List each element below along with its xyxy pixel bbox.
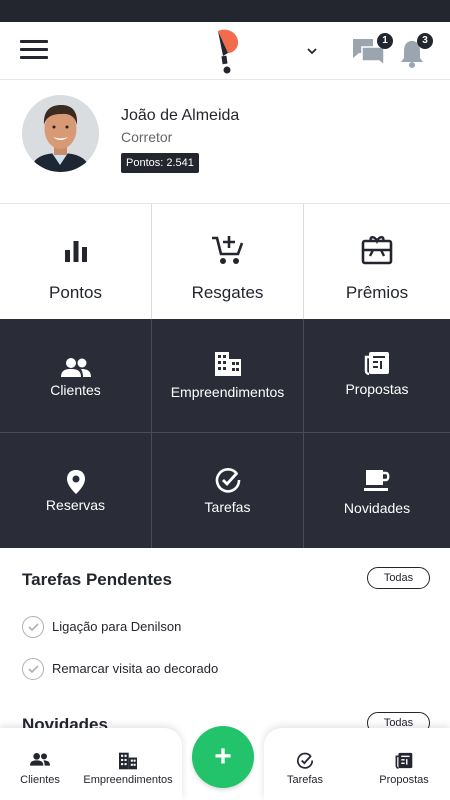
tile-label: Clientes: [50, 382, 101, 398]
user-role: Corretor: [121, 129, 173, 145]
pending-tasks-all-button[interactable]: Todas: [367, 567, 430, 589]
app-logo: [218, 29, 239, 74]
tile-label: Empreendimentos: [170, 384, 285, 400]
building-icon: [214, 352, 241, 376]
tile-premios[interactable]: Prêmios: [304, 204, 450, 319]
people-icon: [60, 358, 91, 377]
nav-clientes[interactable]: Clientes: [0, 728, 80, 800]
location-pin-icon: [66, 470, 85, 494]
bottom-nav-left: Clientes Empreendimentos: [0, 728, 182, 800]
status-bar: [0, 0, 450, 22]
points-badge: Pontos: 2.541: [121, 153, 199, 173]
profile-card: João de Almeida Corretor Pontos: 2.541: [0, 81, 450, 204]
nav-empreendimentos[interactable]: Empreendimentos: [80, 728, 176, 800]
nav-label: Tarefas: [286, 774, 324, 786]
tile-label: Prêmios: [345, 283, 409, 302]
building-icon: [119, 752, 137, 770]
avatar: [22, 95, 99, 172]
gift-card-icon: [361, 236, 393, 265]
bar-chart-icon: [64, 241, 87, 262]
nav-propostas[interactable]: Propostas: [366, 728, 442, 800]
check-icon[interactable]: [22, 616, 44, 638]
tile-resgates[interactable]: Resgates: [152, 204, 304, 319]
app-header: 1 3: [0, 22, 450, 80]
tile-label: Reservas: [45, 497, 106, 513]
user-name: João de Almeida: [121, 107, 240, 124]
plus-icon: +: [192, 726, 254, 788]
nav-label: Empreendimentos: [83, 774, 173, 786]
chat-count-badge: 1: [377, 33, 393, 49]
bottom-nav-right: Tarefas Propostas: [264, 728, 450, 800]
nav-tarefas[interactable]: Tarefas: [270, 728, 340, 800]
add-fab-button[interactable]: +: [187, 721, 259, 793]
nav-label: Propostas: [379, 774, 429, 786]
task-text: Ligação para Denilson: [52, 619, 182, 634]
check-circle-icon: [215, 468, 240, 493]
tile-label: Resgates: [191, 283, 264, 302]
tile-tarefas[interactable]: Tarefas: [152, 433, 304, 548]
tile-clientes[interactable]: Clientes: [0, 319, 152, 433]
chevron-down-icon[interactable]: [303, 42, 321, 60]
chat-button[interactable]: 1: [352, 33, 393, 70]
check-circle-icon: [297, 752, 314, 769]
tile-label: Novidades: [343, 500, 411, 516]
people-icon: [30, 753, 50, 766]
tile-label: Propostas: [345, 381, 409, 397]
task-item[interactable]: Ligação para Denilson: [22, 616, 322, 640]
task-item[interactable]: Remarcar visita ao decorado: [22, 658, 322, 682]
tile-empreendimentos[interactable]: Empreendimentos: [152, 319, 304, 433]
check-icon[interactable]: [22, 658, 44, 680]
tile-propostas[interactable]: Propostas: [304, 319, 450, 433]
document-icon: [364, 352, 389, 375]
task-text: Remarcar visita ao decorado: [52, 661, 219, 676]
notifications-count-badge: 3: [417, 33, 433, 49]
hamburger-menu-icon[interactable]: [18, 36, 50, 62]
tile-pontos[interactable]: Pontos: [0, 204, 152, 319]
menu-grid: Pontos Resgates Prêmios Clientes Empreen…: [0, 204, 450, 548]
tile-label: Tarefas: [204, 499, 251, 515]
pending-tasks-title: Tarefas Pendentes: [22, 570, 172, 589]
document-icon: [395, 752, 413, 769]
notifications-button[interactable]: 3: [397, 33, 435, 70]
tile-label: Pontos: [49, 283, 102, 302]
coffee-cup-icon: [364, 470, 390, 491]
cart-add-icon: [211, 236, 243, 264]
tile-novidades[interactable]: Novidades: [304, 433, 450, 548]
nav-label: Clientes: [20, 774, 60, 786]
tile-reservas[interactable]: Reservas: [0, 433, 152, 548]
